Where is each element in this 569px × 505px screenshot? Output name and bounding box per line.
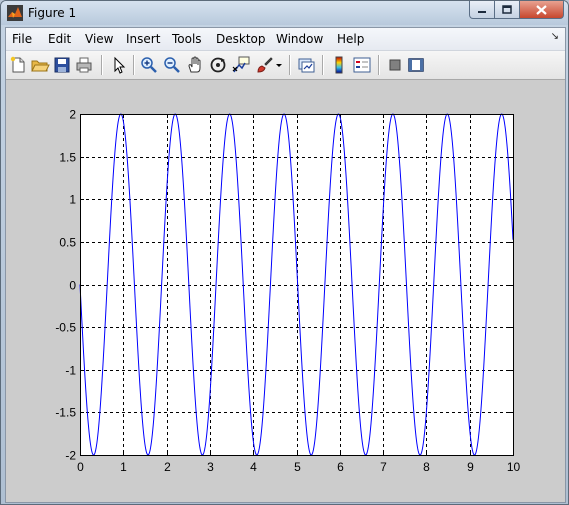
link-plot-icon	[298, 58, 315, 73]
open-file-button[interactable]	[30, 55, 50, 75]
menu-view[interactable]: View	[85, 32, 113, 46]
print-icon	[76, 57, 92, 73]
y-tick-label: 2	[69, 108, 76, 122]
menu-overflow-arrow-icon[interactable]: ↘	[551, 31, 559, 42]
insert-colorbar-button[interactable]	[329, 55, 349, 75]
rotate-3d-button[interactable]	[208, 55, 228, 75]
zoom-out-icon	[164, 57, 180, 73]
x-tick-label: 4	[250, 460, 257, 474]
y-tick-label: -1.5	[55, 406, 76, 420]
insert-legend-icon	[353, 57, 371, 73]
minimize-button[interactable]	[469, 1, 495, 19]
toolbar-separator	[289, 55, 291, 75]
maximize-button[interactable]	[495, 1, 520, 19]
toolbar-separator	[133, 55, 135, 75]
y-tick-label: 0.5	[59, 236, 76, 250]
x-tick-label: 2	[164, 460, 171, 474]
matlab-logo-icon	[7, 5, 23, 21]
new-figure-button[interactable]	[8, 55, 28, 75]
menu-file[interactable]: File	[12, 32, 32, 46]
menu-desktop[interactable]: Desktop	[216, 32, 266, 46]
zoom-in-button[interactable]	[139, 55, 159, 75]
close-button[interactable]	[520, 1, 564, 19]
axes-background	[80, 114, 513, 455]
data-cursor-button[interactable]	[231, 55, 251, 75]
x-tick-label: 9	[467, 460, 474, 474]
x-tick-label: 5	[294, 460, 301, 474]
brush-dropdown-icon	[276, 64, 282, 67]
figure-canvas[interactable]: 0 1 2 3 4 5 6 7 8 9 10 2 1.5 1 0.5 0 -0.5 -1 -1.5 -2	[6, 80, 565, 502]
y-tick-label: -2	[65, 449, 76, 463]
edit-plot-button[interactable]	[109, 55, 129, 75]
y-tick-label: -1	[65, 364, 76, 378]
x-tick-label: 3	[207, 460, 214, 474]
edit-plot-arrow-icon	[114, 56, 126, 74]
window-title: Figure 1	[28, 6, 77, 20]
y-tick-label: 1	[69, 193, 76, 207]
menu-help[interactable]: Help	[337, 32, 364, 46]
y-tick-label: 0	[69, 279, 76, 293]
menu-tools[interactable]: Tools	[172, 32, 202, 46]
x-tick-label: 0	[77, 460, 84, 474]
insert-colorbar-icon	[335, 56, 343, 74]
x-tick-label: 6	[337, 460, 344, 474]
figure-window: Figure 1 File Edit View Insert Tools Des…	[0, 0, 569, 505]
x-tick-label: 1	[120, 460, 127, 474]
brush-dropdown-button[interactable]	[274, 55, 284, 75]
toolbar-separator	[101, 55, 103, 75]
pan-hand-icon	[188, 56, 201, 73]
menu-insert[interactable]: Insert	[126, 32, 160, 46]
x-tick-labels: 0 1 2 3 4 5 6 7 8 9 10	[77, 460, 520, 474]
figure-client-area: File Edit View Insert Tools Desktop Wind…	[5, 27, 566, 503]
save-button[interactable]	[52, 55, 72, 75]
brush-button[interactable]	[254, 55, 274, 75]
minimize-icon	[478, 10, 486, 13]
pan-button[interactable]	[185, 55, 205, 75]
print-button[interactable]	[74, 55, 94, 75]
x-tick-label: 7	[380, 460, 387, 474]
maximize-icon	[502, 5, 512, 14]
zoom-in-icon	[141, 57, 157, 73]
close-icon	[536, 4, 547, 15]
toolbar-separator	[322, 55, 324, 75]
insert-legend-button[interactable]	[352, 55, 372, 75]
link-plot-button[interactable]	[296, 55, 316, 75]
x-tick-label: 10	[507, 460, 521, 474]
menu-window[interactable]: Window	[276, 32, 323, 46]
title-bar[interactable]: Figure 1	[1, 1, 568, 25]
x-tick-label: 8	[423, 460, 430, 474]
data-cursor-icon	[232, 56, 250, 73]
zoom-out-button[interactable]	[162, 55, 182, 75]
menu-bar: File Edit View Insert Tools Desktop Wind…	[6, 28, 565, 51]
y-tick-label: 1.5	[59, 151, 76, 165]
rotate-3d-icon	[210, 57, 226, 73]
save-icon	[54, 57, 70, 73]
show-plot-tools-button[interactable]	[406, 55, 426, 75]
plot-chart[interactable]: 0 1 2 3 4 5 6 7 8 9 10 2 1.5 1 0.5 0 -0.5 -1 -1.5 -2	[6, 80, 565, 502]
figure-toolbar	[6, 51, 565, 80]
new-figure-icon	[10, 56, 25, 73]
menu-edit[interactable]: Edit	[48, 32, 71, 46]
brush-icon	[257, 57, 273, 73]
show-plot-tools-icon	[408, 58, 424, 72]
window-controls	[469, 1, 564, 20]
toolbar-separator	[378, 55, 380, 75]
hide-plot-tools-button[interactable]	[385, 55, 405, 75]
open-file-icon	[31, 60, 50, 72]
y-tick-label: -0.5	[55, 321, 76, 335]
y-tick-labels: 2 1.5 1 0.5 0 -0.5 -1 -1.5 -2	[55, 108, 76, 463]
hide-plot-tools-icon	[389, 59, 401, 71]
